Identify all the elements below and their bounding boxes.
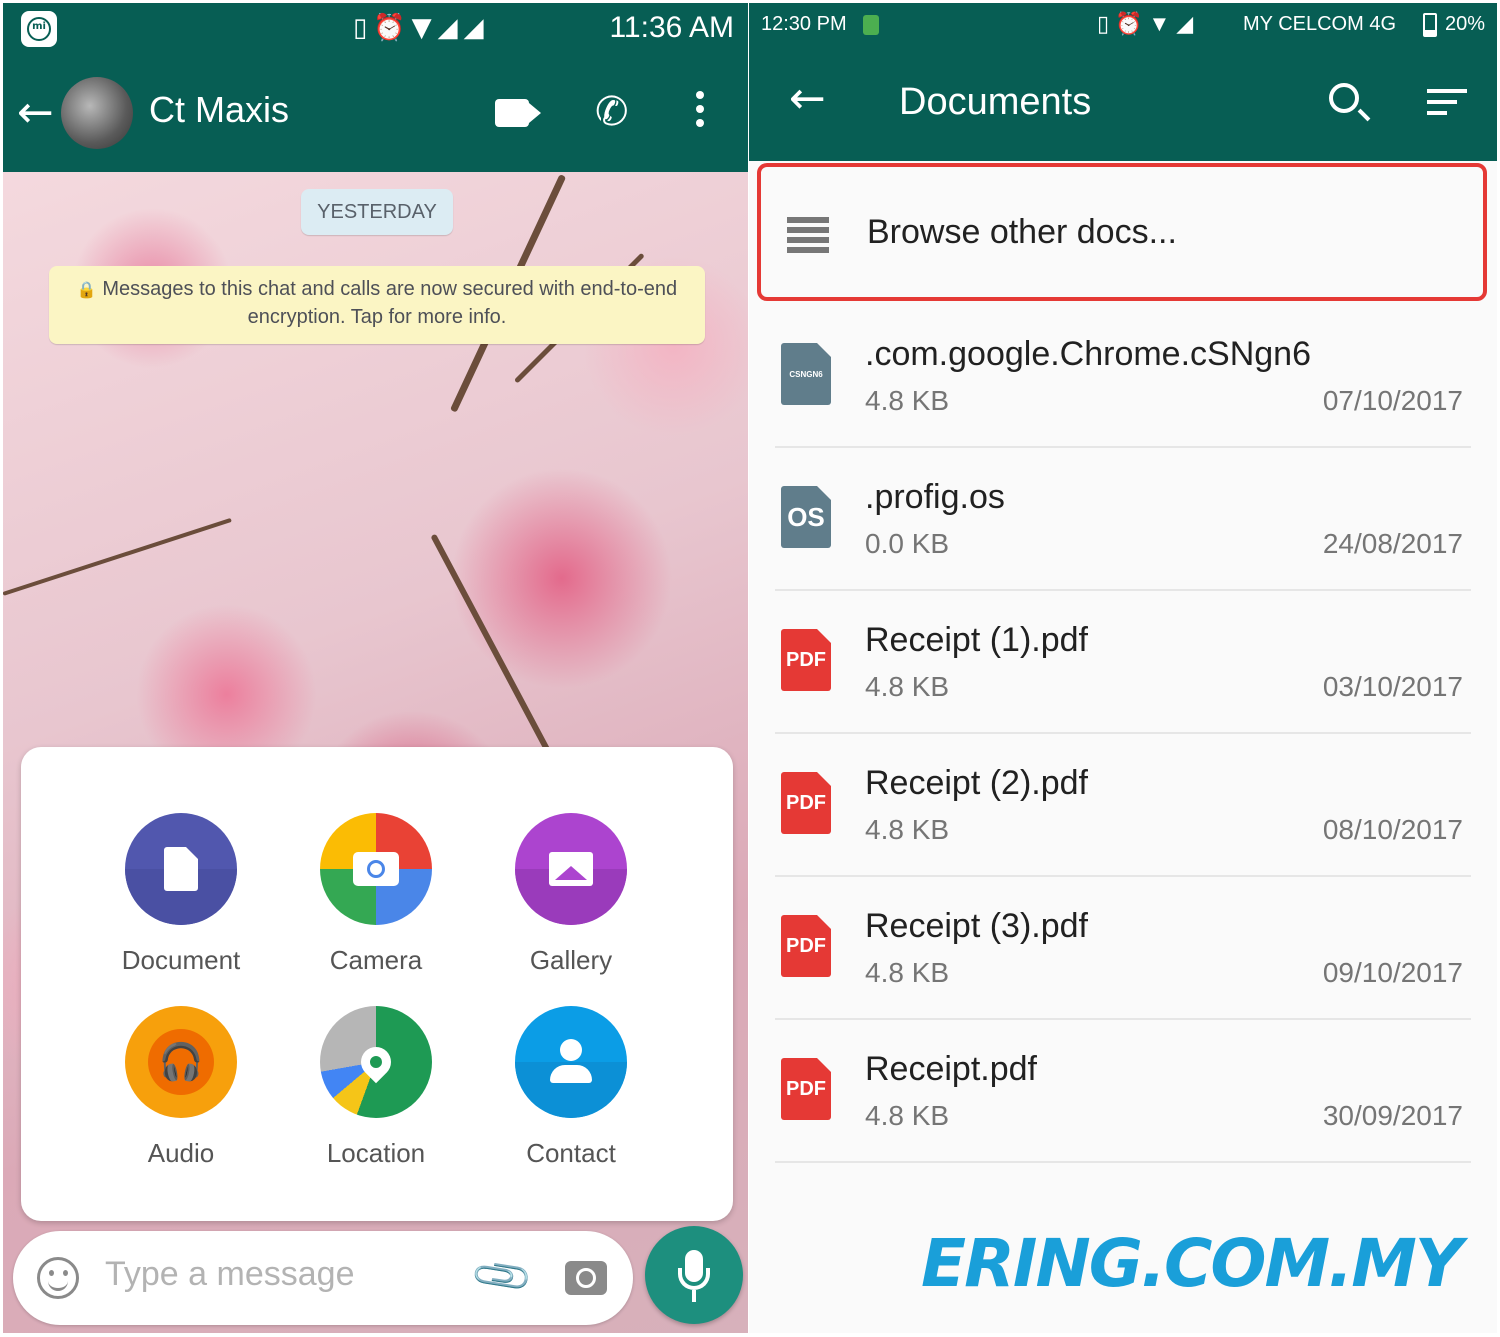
- attach-gallery[interactable]: Gallery: [471, 813, 671, 976]
- mi-app-icon: mi: [21, 11, 57, 47]
- sort-icon[interactable]: [1427, 89, 1467, 122]
- attach-audio[interactable]: 🎧 Audio: [81, 1006, 281, 1169]
- pdf-file-icon: PDF: [781, 772, 831, 834]
- message-input-bar: Type a message 📎: [13, 1231, 633, 1325]
- file-size: 4.8 KB: [865, 671, 950, 702]
- video-call-icon[interactable]: [495, 99, 529, 127]
- attach-camera-label: Camera: [329, 945, 423, 975]
- status-bar: mi ▯⏰▼◢◢ 11:36 AM: [3, 3, 748, 55]
- file-name: Receipt.pdf: [865, 1050, 1037, 1088]
- person-icon: [515, 1006, 627, 1118]
- attach-document-label: Document: [121, 945, 241, 975]
- notification-icon: [863, 15, 879, 35]
- browse-label: Browse other docs...: [867, 213, 1177, 251]
- lock-icon: 🔒: [76, 282, 97, 299]
- file-row[interactable]: CSNGN6 .com.google.Chrome.cSNgn6 4.8 KB …: [775, 305, 1471, 448]
- file-row[interactable]: PDF Receipt.pdf 4.8 KB 30/09/2017: [775, 1020, 1471, 1163]
- headphones-icon: 🎧: [125, 1006, 237, 1118]
- generic-file-icon: CSNGN6: [781, 343, 831, 405]
- attach-location-label: Location: [326, 1138, 426, 1168]
- file-row[interactable]: PDF Receipt (3).pdf 4.8 KB 09/10/2017: [775, 877, 1471, 1020]
- file-date: 03/10/2017: [1322, 671, 1463, 702]
- documents-screen: 12:30 PM ▯⏰▼◢ MY CELCOM 4G 20% ← Documen…: [749, 3, 1497, 1333]
- camera-icon: [320, 813, 432, 925]
- screenshot-frame: mi ▯⏰▼◢◢ 11:36 AM ← Ct Maxis ✆ YESTERDAY…: [0, 0, 1500, 1337]
- contact-name[interactable]: Ct Maxis: [149, 89, 289, 131]
- attach-contact-label: Contact: [526, 1138, 616, 1168]
- pdf-file-icon: PDF: [781, 915, 831, 977]
- file-row[interactable]: PDF Receipt (1).pdf 4.8 KB 03/10/2017: [775, 591, 1471, 734]
- attach-location[interactable]: Location: [276, 1006, 476, 1169]
- attach-document[interactable]: Document: [81, 813, 281, 976]
- chat-screen: mi ▯⏰▼◢◢ 11:36 AM ← Ct Maxis ✆ YESTERDAY…: [3, 3, 748, 1333]
- file-date: 30/09/2017: [1322, 1100, 1463, 1131]
- encryption-notice-text: Messages to this chat and calls are now …: [102, 278, 678, 328]
- browse-other-docs-button[interactable]: Browse other docs...: [757, 163, 1487, 301]
- file-row[interactable]: PDF Receipt (2).pdf 4.8 KB 08/10/2017: [775, 734, 1471, 877]
- os-file-icon: OS: [781, 486, 831, 548]
- status-bar: 12:30 PM ▯⏰▼◢ MY CELCOM 4G 20%: [749, 3, 1497, 51]
- battery-percent: 20%: [1444, 13, 1485, 35]
- emoji-icon[interactable]: [37, 1257, 79, 1299]
- contact-avatar[interactable]: [61, 77, 133, 149]
- pdf-file-icon: PDF: [781, 1058, 831, 1120]
- back-arrow-icon[interactable]: ←: [789, 73, 826, 124]
- more-options-icon[interactable]: [693, 91, 707, 133]
- file-name: Receipt (3).pdf: [865, 907, 1088, 945]
- file-size: 4.8 KB: [865, 814, 950, 845]
- voice-call-icon[interactable]: ✆: [595, 89, 629, 135]
- chat-header: ← Ct Maxis ✆: [3, 55, 748, 172]
- file-name: .com.google.Chrome.cSNgn6: [865, 335, 1312, 373]
- file-date: 08/10/2017: [1322, 814, 1463, 845]
- encryption-notice[interactable]: 🔒 Messages to this chat and calls are no…: [49, 266, 705, 344]
- file-size: 4.8 KB: [865, 385, 950, 416]
- status-icons: ▯⏰▼◢: [1097, 11, 1200, 36]
- status-time: 11:36 AM: [609, 11, 734, 44]
- file-date: 09/10/2017: [1322, 957, 1463, 988]
- back-arrow-icon[interactable]: ←: [17, 85, 54, 141]
- search-icon[interactable]: [1329, 83, 1359, 113]
- carrier-name: MY CELCOM 4G: [1243, 13, 1396, 35]
- status-time: 12:30 PM: [761, 13, 847, 35]
- file-date: 07/10/2017: [1322, 385, 1463, 416]
- camera-icon[interactable]: [565, 1261, 607, 1295]
- file-size: 4.8 KB: [865, 957, 950, 988]
- attach-menu: Document Camera Gallery 🎧 Audio Location: [21, 747, 733, 1221]
- status-icons: ▯⏰▼◢◢: [353, 13, 490, 43]
- file-name: Receipt (1).pdf: [865, 621, 1088, 659]
- location-pin-icon: [320, 1006, 432, 1118]
- file-list: CSNGN6 .com.google.Chrome.cSNgn6 4.8 KB …: [749, 305, 1497, 1163]
- date-chip: YESTERDAY: [301, 189, 453, 235]
- message-input[interactable]: Type a message: [105, 1255, 354, 1294]
- battery-icon: [1423, 13, 1437, 37]
- pdf-file-icon: PDF: [781, 629, 831, 691]
- page-title: Documents: [899, 81, 1092, 123]
- documents-header: ← Documents: [749, 51, 1497, 161]
- attach-audio-label: Audio: [147, 1138, 215, 1168]
- mic-button[interactable]: [645, 1226, 743, 1324]
- list-icon: [787, 217, 829, 257]
- wallpaper-branch: [3, 517, 232, 596]
- attach-gallery-label: Gallery: [529, 945, 613, 975]
- chat-wallpaper: YESTERDAY 🔒 Messages to this chat and ca…: [3, 172, 748, 1333]
- file-size: 4.8 KB: [865, 1100, 950, 1131]
- file-name: .profig.os: [865, 478, 1005, 516]
- attach-camera[interactable]: Camera: [276, 813, 476, 976]
- attach-contact[interactable]: Contact: [471, 1006, 671, 1169]
- gallery-icon: [515, 813, 627, 925]
- file-size: 0.0 KB: [865, 528, 950, 559]
- paperclip-icon[interactable]: 📎: [468, 1242, 536, 1310]
- file-row[interactable]: OS .profig.os 0.0 KB 24/08/2017: [775, 448, 1471, 591]
- site-watermark: ERING.COM.MY: [921, 1225, 1463, 1302]
- document-icon: [125, 813, 237, 925]
- file-name: Receipt (2).pdf: [865, 764, 1088, 802]
- file-date: 24/08/2017: [1322, 528, 1463, 559]
